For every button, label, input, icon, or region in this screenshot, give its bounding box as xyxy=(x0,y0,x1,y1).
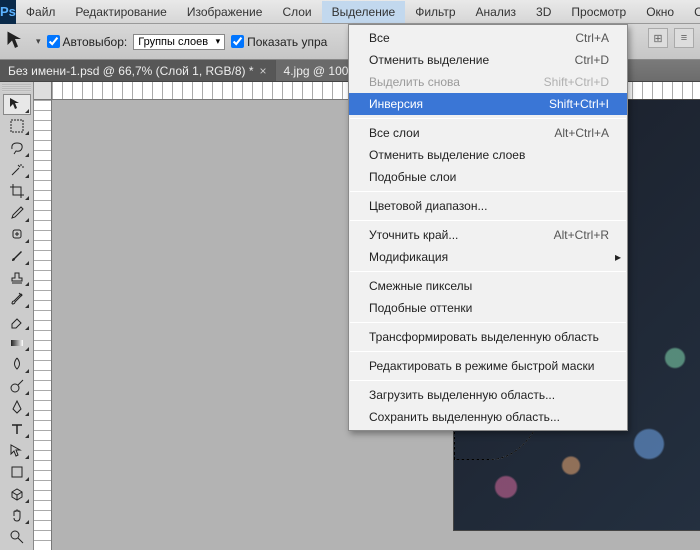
doc-tab-2[interactable]: 4.jpg @ 100 xyxy=(276,60,358,81)
doc-tab-label: 4.jpg @ 100 xyxy=(284,64,349,78)
select-menu-dropdown: ВсеCtrl+A Отменить выделениеCtrl+D Выдел… xyxy=(348,24,628,431)
menu-inverse[interactable]: ИнверсияShift+Ctrl+I xyxy=(349,93,627,115)
menu-quick-mask[interactable]: Редактировать в режиме быстрой маски xyxy=(349,355,627,377)
palette-grip[interactable] xyxy=(2,84,31,92)
close-icon[interactable]: × xyxy=(260,64,267,78)
stamp-tool[interactable] xyxy=(3,267,31,289)
ruler-corner xyxy=(34,82,52,100)
menu-deselect-layers[interactable]: Отменить выделение слоев xyxy=(349,144,627,166)
menu-transform-selection[interactable]: Трансформировать выделенную область xyxy=(349,326,627,348)
menu-filter[interactable]: Фильтр xyxy=(405,1,465,23)
menu-analysis[interactable]: Анализ xyxy=(466,1,527,23)
menu-separator xyxy=(350,380,626,381)
menu-separator xyxy=(350,220,626,221)
hand-tool[interactable] xyxy=(3,505,31,527)
gradient-tool[interactable] xyxy=(3,332,31,354)
tool-palette xyxy=(0,82,34,550)
move-tool[interactable] xyxy=(3,94,31,116)
menubar: Ps Файл Редактирование Изображение Слои … xyxy=(0,0,700,24)
menu-similar[interactable]: Подобные оттенки xyxy=(349,297,627,319)
shape-tool[interactable] xyxy=(3,461,31,483)
autoselect-checkbox[interactable] xyxy=(47,35,60,48)
menu-grow[interactable]: Смежные пикселы xyxy=(349,275,627,297)
menu-modify[interactable]: Модификация▸ xyxy=(349,246,627,268)
menu-save-selection[interactable]: Сохранить выделенную область... xyxy=(349,406,627,428)
autoselect-dropdown[interactable]: Группы слоев xyxy=(133,34,225,50)
dodge-tool[interactable] xyxy=(3,375,31,397)
dropdown-arrow-icon[interactable]: ▾ xyxy=(36,36,41,47)
menu-select-all[interactable]: ВсеCtrl+A xyxy=(349,27,627,49)
marquee-tool[interactable] xyxy=(3,115,31,137)
menu-reselect: Выделить сноваShift+Ctrl+D xyxy=(349,71,627,93)
menu-window[interactable]: Окно xyxy=(636,1,684,23)
path-tool[interactable] xyxy=(3,440,31,462)
type-tool[interactable] xyxy=(3,418,31,440)
show-controls-checkbox[interactable] xyxy=(231,35,244,48)
heal-tool[interactable] xyxy=(3,224,31,246)
menu-similar-layers[interactable]: Подобные слои xyxy=(349,166,627,188)
menu-all-layers[interactable]: Все слоиAlt+Ctrl+A xyxy=(349,122,627,144)
menu-select[interactable]: Выделение xyxy=(322,1,406,23)
move-tool-icon xyxy=(6,30,30,54)
autoselect-label: Автовыбор: xyxy=(63,35,128,49)
menu-image[interactable]: Изображение xyxy=(177,1,273,23)
menu-color-range[interactable]: Цветовой диапазон... xyxy=(349,195,627,217)
blur-tool[interactable] xyxy=(3,353,31,375)
menu-edit[interactable]: Редактирование xyxy=(65,1,176,23)
menu-3d[interactable]: 3D xyxy=(526,1,561,23)
menu-separator xyxy=(350,118,626,119)
menu-separator xyxy=(350,191,626,192)
menu-refine-edge[interactable]: Уточнить край...Alt+Ctrl+R xyxy=(349,224,627,246)
menu-separator xyxy=(350,322,626,323)
right-panel-icons: ⊞ ≡ xyxy=(648,28,694,48)
pen-tool[interactable] xyxy=(3,397,31,419)
menu-deselect[interactable]: Отменить выделениеCtrl+D xyxy=(349,49,627,71)
ruler-vertical[interactable] xyxy=(34,100,52,550)
chevron-right-icon: ▸ xyxy=(615,250,621,264)
lasso-tool[interactable] xyxy=(3,137,31,159)
menu-separator xyxy=(350,351,626,352)
brush-tool[interactable] xyxy=(3,245,31,267)
align-icon[interactable]: ⊞ xyxy=(648,28,668,48)
wand-tool[interactable] xyxy=(3,159,31,181)
crop-tool[interactable] xyxy=(3,180,31,202)
history-brush-tool[interactable] xyxy=(3,288,31,310)
menu-layers[interactable]: Слои xyxy=(272,1,321,23)
menu-separator xyxy=(350,271,626,272)
eraser-tool[interactable] xyxy=(3,310,31,332)
show-controls-label: Показать упра xyxy=(247,35,327,49)
menu-help[interactable]: С xyxy=(684,1,700,23)
eyedropper-tool[interactable] xyxy=(3,202,31,224)
3d-tool[interactable] xyxy=(3,483,31,505)
distribute-icon[interactable]: ≡ xyxy=(674,28,694,48)
menu-load-selection[interactable]: Загрузить выделенную область... xyxy=(349,384,627,406)
menu-view[interactable]: Просмотр xyxy=(561,1,636,23)
doc-tab-label: Без имени-1.psd @ 66,7% (Слой 1, RGB/8) … xyxy=(8,64,254,78)
doc-tab-1[interactable]: Без имени-1.psd @ 66,7% (Слой 1, RGB/8) … xyxy=(0,60,276,81)
app-logo: Ps xyxy=(0,0,16,24)
menu-file[interactable]: Файл xyxy=(16,1,66,23)
zoom-tool[interactable] xyxy=(3,526,31,548)
